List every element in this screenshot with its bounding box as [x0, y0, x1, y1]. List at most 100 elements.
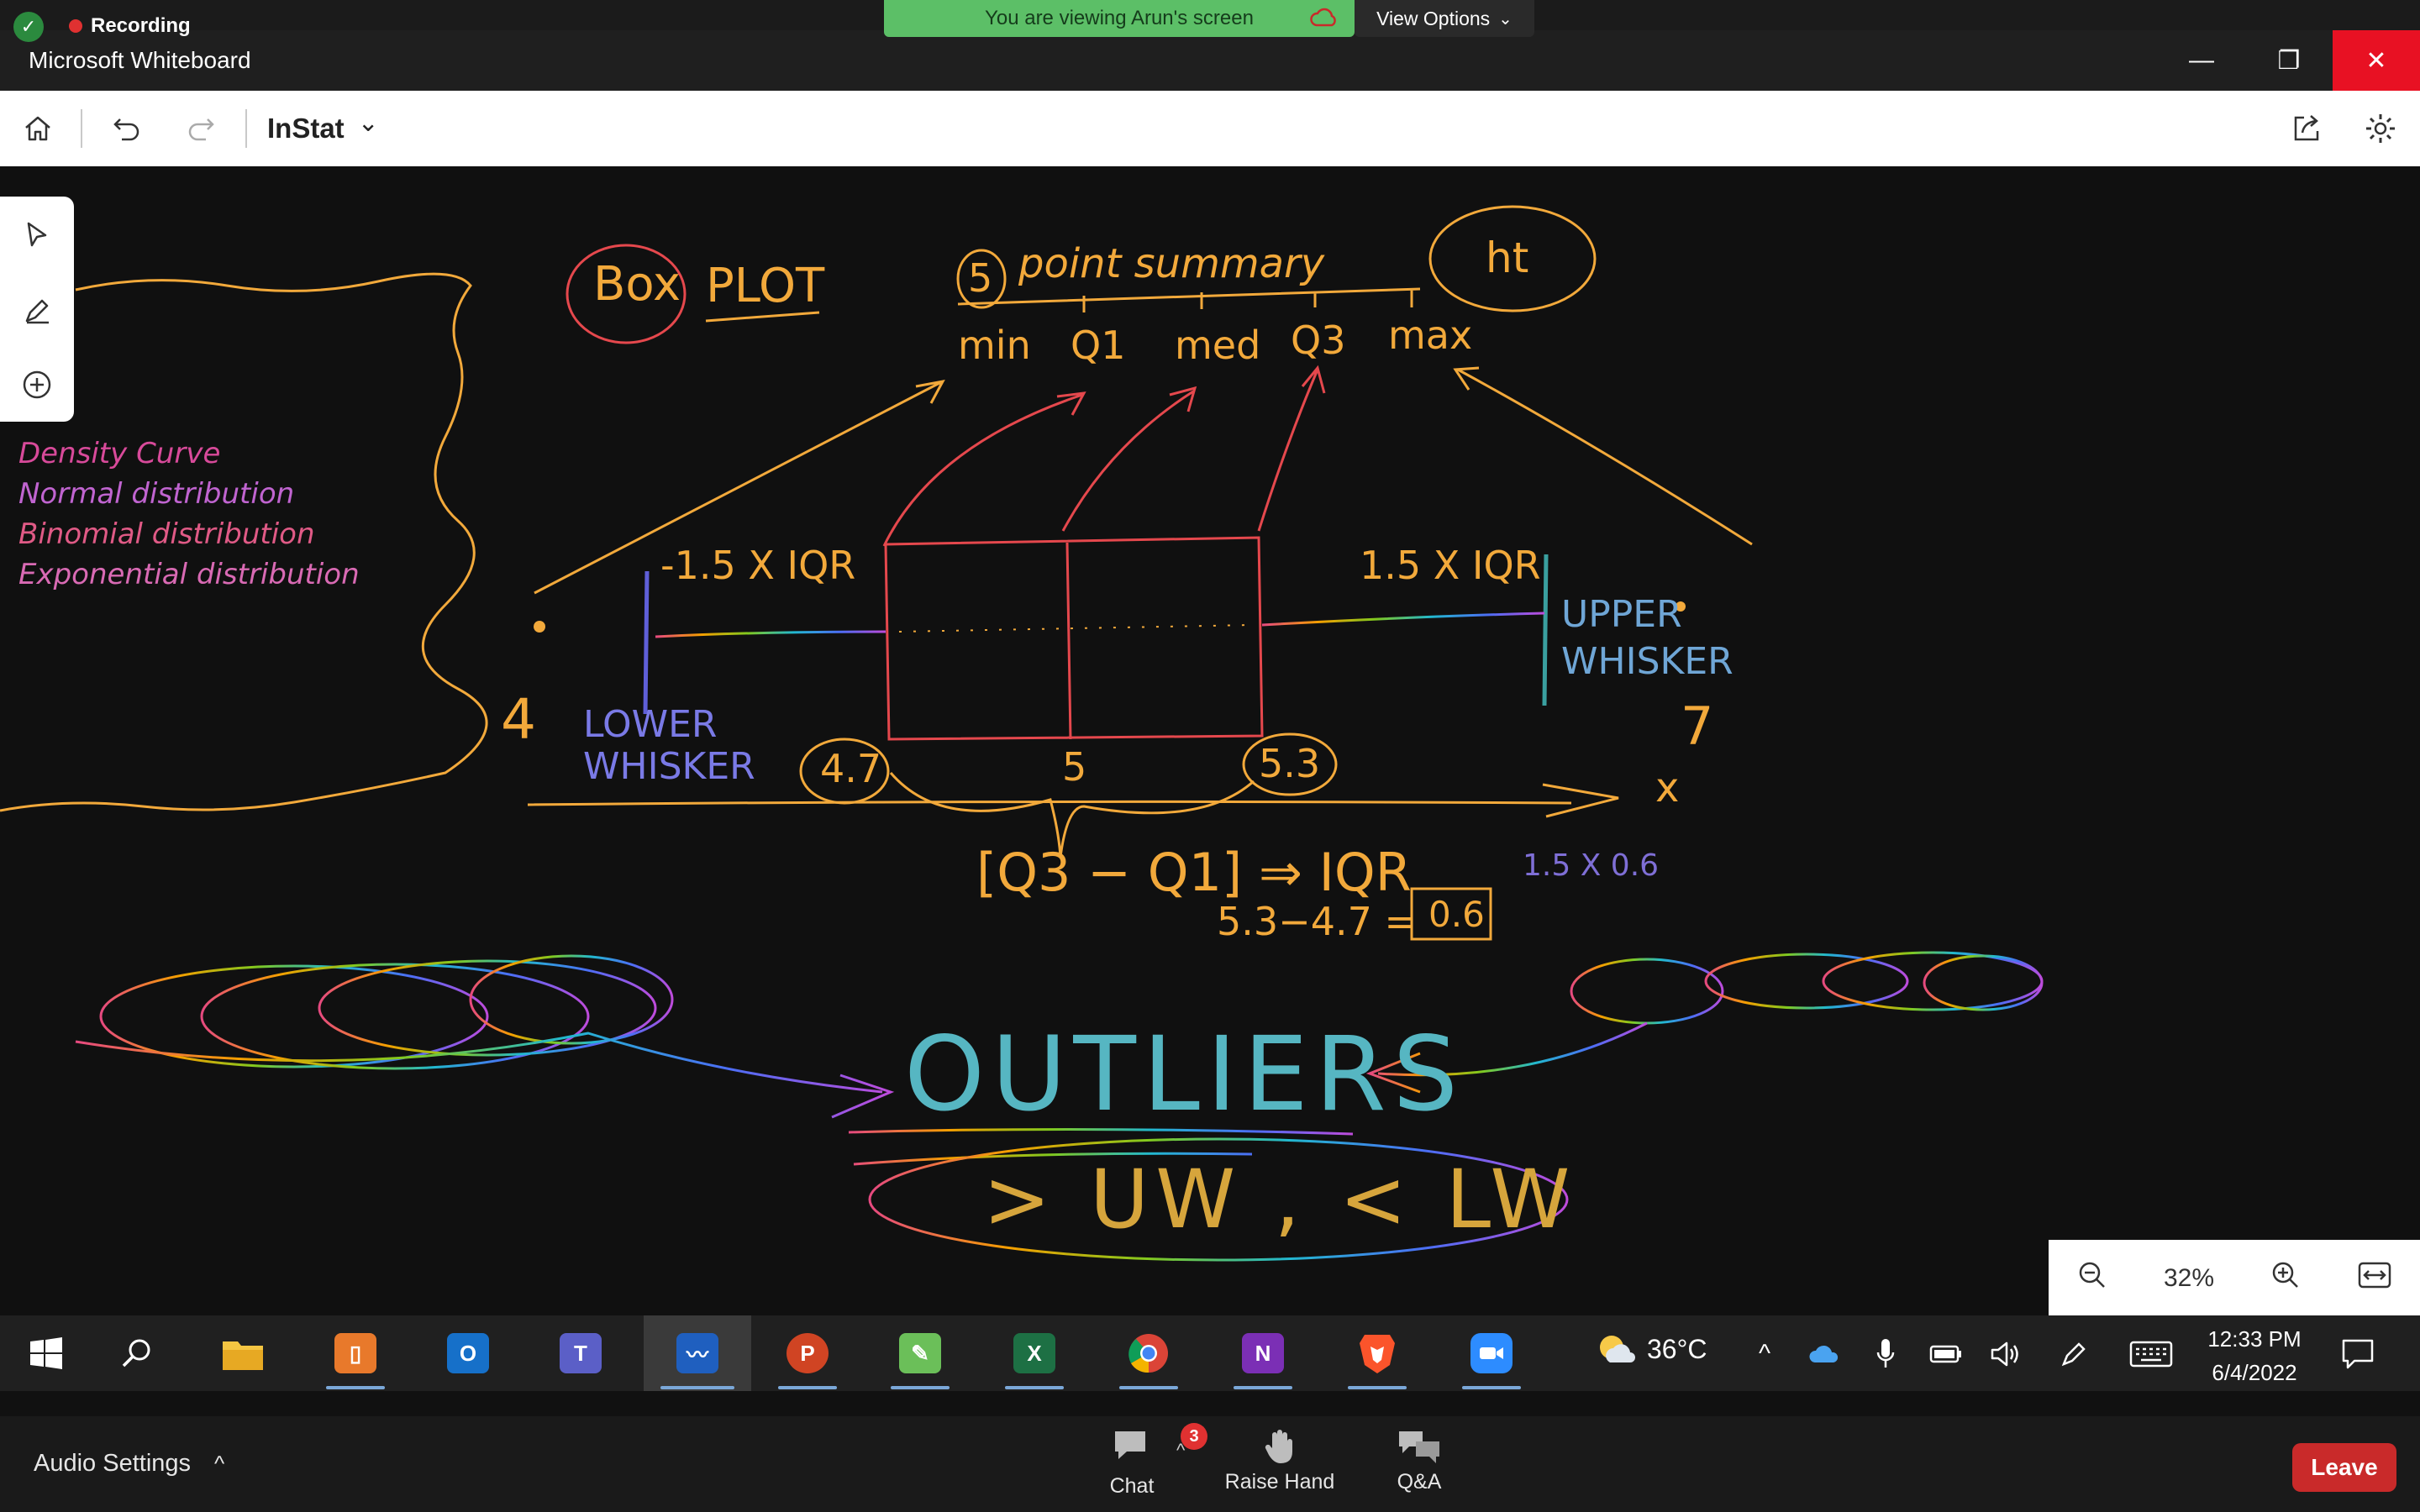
settings-button[interactable] — [2358, 106, 2403, 151]
redo-icon — [188, 118, 214, 141]
start-button[interactable] — [0, 1315, 92, 1391]
upper-whisker-label: UPPER WHISKER — [1561, 593, 1733, 683]
zoom-out-button[interactable] — [2076, 1259, 2108, 1298]
taskbar-app-teams[interactable]: T — [534, 1315, 627, 1391]
topic-item: Density Curve — [18, 437, 221, 470]
upper-fence-label: 1.5 X IQR — [1360, 543, 1541, 588]
weather-widget[interactable]: 36°C — [1595, 1331, 1707, 1368]
summary-item-q1: Q1 — [1071, 323, 1126, 368]
outlier-rule: > UW , < LW — [983, 1152, 1577, 1247]
iqr-result: 0.6 — [1428, 894, 1485, 935]
close-button[interactable]: ✕ — [2333, 30, 2420, 91]
taskbar-app-excel[interactable]: X — [988, 1315, 1081, 1391]
onedrive-button[interactable] — [1807, 1336, 1844, 1373]
outlook-icon: O — [447, 1333, 489, 1373]
summary-item-max: max — [1388, 312, 1473, 358]
select-tool-button[interactable] — [15, 213, 59, 257]
add-content-button[interactable] — [15, 363, 59, 407]
taskbar-app-paint[interactable]: ✎ — [874, 1315, 966, 1391]
redo-button[interactable] — [178, 106, 224, 151]
zoom-controls-divider — [0, 1391, 2420, 1416]
pointer-icon — [27, 222, 47, 247]
view-options-label: View Options — [1376, 7, 1491, 29]
running-indicator — [1119, 1386, 1178, 1389]
pen-menu-button[interactable] — [2055, 1336, 2092, 1373]
audio-settings-button[interactable]: Audio Settings ^ — [34, 1450, 224, 1478]
summary-item-med: med — [1175, 323, 1261, 368]
leave-meeting-button[interactable]: Leave — [2292, 1443, 2396, 1492]
summary-item-min: min — [958, 323, 1031, 368]
minimize-button[interactable]: — — [2158, 30, 2245, 91]
median-value: 5 — [1062, 744, 1087, 790]
taskbar-app-file-explorer[interactable] — [197, 1315, 289, 1391]
taskbar-app-powerpoint[interactable]: P — [761, 1315, 854, 1391]
outliers-label: OUTLIERS — [904, 1015, 1465, 1134]
zoom-in-icon — [2272, 1262, 2298, 1288]
chat-options-chevron-icon[interactable]: ^ — [1176, 1440, 1185, 1462]
system-clock[interactable]: 12:33 PM 6/4/2022 — [2183, 1322, 2326, 1389]
chevron-up-icon: ^ — [1758, 1340, 1771, 1368]
qa-button[interactable]: Q&A — [1356, 1428, 1482, 1494]
running-indicator — [1005, 1386, 1064, 1389]
view-options-button[interactable]: View Options ⌄ — [1355, 0, 1534, 37]
home-button[interactable] — [15, 106, 60, 151]
taskbar-app-chrome[interactable] — [1102, 1315, 1195, 1391]
notification-bubble-icon — [2342, 1339, 2374, 1369]
plot-label: PLOT — [706, 259, 825, 313]
home-icon — [25, 116, 50, 141]
board-name-dropdown[interactable]: InStat ⌄ — [267, 109, 379, 144]
show-hidden-icons-button[interactable]: ^ — [1746, 1336, 1783, 1373]
hand-icon — [1265, 1430, 1292, 1463]
microphone-icon — [1876, 1339, 1895, 1368]
chevron-up-icon: ^ — [214, 1451, 225, 1476]
lower-whisker-label: LOWER WHISKER — [583, 703, 755, 788]
gear-icon — [2366, 114, 2395, 143]
zoom-app-icon — [1470, 1333, 1512, 1373]
five-label: 5 — [968, 255, 993, 301]
fit-to-screen-button[interactable] — [2357, 1261, 2392, 1296]
whiteboard-icon: 〰 — [676, 1333, 718, 1373]
taskbar-app-zoom[interactable] — [1445, 1315, 1538, 1391]
pen-tool-button[interactable] — [15, 289, 59, 333]
battery-icon — [1929, 1345, 1961, 1363]
volume-button[interactable] — [1988, 1336, 2025, 1373]
notifications-button[interactable] — [2339, 1336, 2376, 1373]
onenote-icon: N — [1242, 1333, 1284, 1373]
app-title: Microsoft Whiteboard — [29, 47, 251, 73]
topic-item: Binomial distribution — [18, 517, 315, 551]
topic-item: Exponential distribution — [18, 558, 360, 591]
paint-icon: ✎ — [899, 1333, 941, 1373]
undo-icon — [113, 118, 139, 141]
microphone-button[interactable] — [1867, 1336, 1904, 1373]
fit-screen-icon — [2358, 1262, 2391, 1289]
taskbar-app-onenote[interactable]: N — [1217, 1315, 1309, 1391]
share-button[interactable] — [2284, 106, 2329, 151]
restore-button[interactable]: ❐ — [2245, 30, 2333, 91]
search-button[interactable] — [91, 1315, 183, 1391]
touch-keyboard-button[interactable] — [2128, 1336, 2175, 1373]
chevron-down-icon: ⌄ — [1498, 9, 1512, 29]
whiteboard-canvas[interactable]: Density Curve Normal distribution Binomi… — [0, 166, 2420, 1315]
partly-sunny-icon — [1600, 1336, 1635, 1362]
speaker-icon — [1991, 1341, 2018, 1367]
powerpoint-icon: P — [786, 1333, 829, 1373]
taskbar-app-brave[interactable] — [1331, 1315, 1423, 1391]
running-indicator — [660, 1386, 734, 1389]
undo-button[interactable] — [104, 106, 150, 151]
security-shield-icon[interactable]: ✓ — [13, 12, 44, 42]
taskbar-app-phone-link[interactable]: ▯ — [309, 1315, 402, 1391]
fence-calculation: 1.5 X 0.6 — [1523, 848, 1660, 883]
close-icon: ✕ — [2365, 46, 2387, 75]
video-camera-icon — [1480, 1347, 1503, 1359]
recording-dot-icon — [69, 19, 82, 33]
audio-settings-label: Audio Settings — [34, 1450, 192, 1477]
taskbar-app-whiteboard[interactable]: 〰 — [644, 1315, 751, 1391]
raise-hand-button[interactable]: Raise Hand — [1217, 1428, 1343, 1494]
taskbar-app-outlook[interactable]: O — [422, 1315, 514, 1391]
zoom-in-button[interactable] — [2270, 1259, 2302, 1298]
battery-button[interactable] — [1928, 1336, 1965, 1373]
search-icon — [122, 1339, 150, 1368]
summary-label: point summary — [1018, 240, 1325, 287]
chat-button[interactable]: 3 Chat — [1069, 1423, 1207, 1499]
axis-min-label: 4 — [501, 687, 536, 752]
